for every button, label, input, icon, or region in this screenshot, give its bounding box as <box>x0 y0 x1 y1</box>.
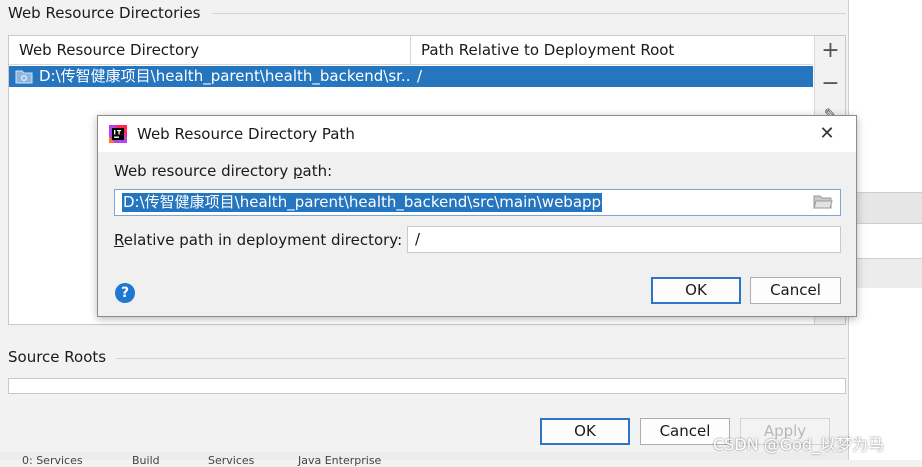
source-roots-title: Source Roots <box>8 348 107 366</box>
column-header-directory[interactable]: Web Resource Directory <box>9 36 411 65</box>
dialog-cancel-button[interactable]: Cancel <box>750 277 841 304</box>
relative-path-value: / <box>415 230 421 248</box>
path-input-value: D:\传智健康项目\health_parent\health_backend\s… <box>122 193 603 212</box>
table-row[interactable]: D:\传智健康项目\health_parent\health_backend\s… <box>9 66 813 87</box>
path-label-prefix: Web resource directory <box>114 162 293 180</box>
path-label-suffix: ath: <box>302 162 333 180</box>
intellij-app-icon <box>109 125 127 143</box>
dialog-title: Web Resource Directory Path <box>137 125 355 143</box>
table-cell-relative-path[interactable]: / <box>417 66 797 87</box>
web-resource-path-dialog: Web Resource Directory Path ✕ Web resour… <box>97 115 857 317</box>
background-row-strip <box>847 192 922 224</box>
right-background-area <box>848 0 922 460</box>
relative-path-input[interactable]: / <box>407 226 841 253</box>
help-icon[interactable]: ? <box>115 283 135 303</box>
dialog-ok-button[interactable]: OK <box>651 277 741 304</box>
bottom-tab-services[interactable]: Services <box>208 454 254 467</box>
browse-folder-icon[interactable] <box>813 194 833 210</box>
csdn-watermark: CSDN @God_以梦为马 <box>713 435 885 454</box>
relative-path-label: Relative path in deployment directory: <box>114 231 402 249</box>
table-cell-directory[interactable]: D:\传智健康项目\health_parent\health_backend\s… <box>15 66 411 87</box>
section-divider <box>116 358 846 359</box>
path-label-mnemonic: p <box>293 162 303 180</box>
dialog-titlebar[interactable]: Web Resource Directory Path ✕ <box>98 116 856 152</box>
section-divider <box>212 13 846 14</box>
path-field-label: Web resource directory path: <box>114 162 332 180</box>
bottom-tab-java-enterprise[interactable]: Java Enterprise <box>298 454 381 467</box>
bottom-tab-services-0[interactable]: 0: Services <box>22 454 83 467</box>
remove-icon[interactable]: − <box>815 69 846 99</box>
source-roots-list[interactable] <box>8 378 846 394</box>
table-header: Web Resource Directory Path Relative to … <box>9 36 813 65</box>
folder-icon <box>15 70 33 84</box>
web-resource-section-title: Web Resource Directories <box>8 4 201 22</box>
column-header-relative-path[interactable]: Path Relative to Deployment Root <box>411 36 813 65</box>
settings-ok-button[interactable]: OK <box>540 418 630 445</box>
close-icon[interactable]: ✕ <box>810 118 844 150</box>
directory-value: D:\传智健康项目\health_parent\health_backend\s… <box>39 67 411 85</box>
bottom-tab-build[interactable]: Build <box>132 454 160 467</box>
background-row-strip <box>847 258 922 288</box>
relative-label-suffix: elative path in deployment directory: <box>123 231 403 249</box>
relative-label-mnemonic: R <box>114 231 124 249</box>
path-input[interactable]: D:\传智健康项目\health_parent\health_backend\s… <box>114 189 841 216</box>
add-icon[interactable]: + <box>815 36 846 66</box>
